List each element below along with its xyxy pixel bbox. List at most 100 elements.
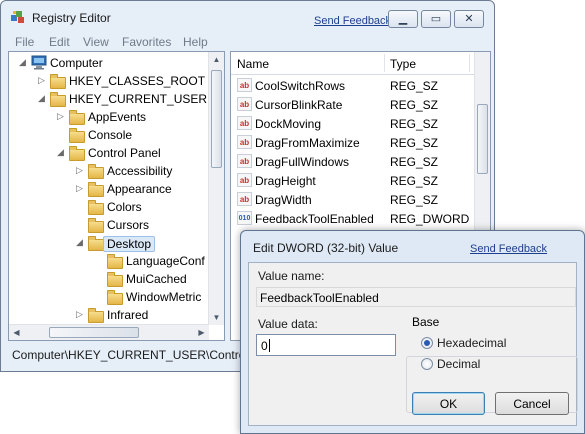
cancel-button[interactable]: Cancel xyxy=(495,392,569,415)
reg-sz-icon: ab xyxy=(237,192,252,206)
tree-hscroll-thumb[interactable] xyxy=(49,327,139,338)
menu-view[interactable]: View xyxy=(83,35,109,49)
dialog-title-bar[interactable]: Edit DWORD (32-bit) Value Send Feedback xyxy=(241,231,584,263)
collapsed-arrow-icon[interactable]: ▷ xyxy=(76,183,86,194)
folder-icon xyxy=(50,73,66,89)
value-name-text: FeedbackToolEnabled xyxy=(260,291,379,305)
menu-edit[interactable]: Edit xyxy=(49,35,70,49)
list-header: Name Type xyxy=(231,52,490,75)
tree-item-label: Control Panel xyxy=(88,146,161,160)
scroll-up-icon[interactable]: ▲ xyxy=(209,52,224,67)
reg-sz-icon: ab xyxy=(237,116,252,130)
value-type: REG_DWORD xyxy=(390,212,470,226)
tree-item-label: LanguageConf xyxy=(126,254,205,268)
reg-sz-icon: ab xyxy=(237,78,252,92)
reg-sz-icon: ab xyxy=(237,97,252,111)
edit-dword-dialog: Edit DWORD (32-bit) Value Send Feedback … xyxy=(240,230,585,434)
value-name-label: Value name: xyxy=(258,269,325,283)
value-data-text: 0 xyxy=(261,339,268,353)
folder-icon xyxy=(88,181,104,197)
tree-item-label: Appearance xyxy=(107,182,172,196)
tree-item-label: WindowMetric xyxy=(126,290,202,304)
base-group-label: Base xyxy=(410,315,442,329)
list-item[interactable]: 010 FeedbackToolEnabled REG_DWORD xyxy=(231,209,471,228)
list-item[interactable]: ab DragFullWindows REG_SZ xyxy=(231,152,471,171)
tree-item-label: Desktop xyxy=(103,236,156,252)
expanded-arrow-icon[interactable]: ◢ xyxy=(76,237,86,248)
value-name: DockMoving xyxy=(255,117,322,131)
column-divider[interactable] xyxy=(384,54,385,72)
value-name: DragFullWindows xyxy=(255,155,350,169)
value-type: REG_SZ xyxy=(390,174,439,188)
maximize-button[interactable]: ▭ xyxy=(421,10,451,28)
tree-item-label: Accessibility xyxy=(107,164,173,178)
ok-button[interactable]: OK xyxy=(412,392,485,415)
scroll-left-icon[interactable]: ◀ xyxy=(9,325,24,340)
status-path: Computer\HKEY_CURRENT_USER\Control P xyxy=(12,348,260,362)
hexadecimal-radio[interactable] xyxy=(421,337,433,349)
send-feedback-link[interactable]: Send Feedback xyxy=(314,15,391,27)
column-header-name[interactable]: Name xyxy=(237,57,269,71)
tree-item-label: Colors xyxy=(107,200,142,214)
folder-icon xyxy=(50,91,66,107)
tree-scroll-thumb[interactable] xyxy=(211,70,222,168)
value-type: REG_SZ xyxy=(390,193,439,207)
text-caret xyxy=(269,339,270,352)
value-data-input[interactable]: 0 xyxy=(256,334,396,356)
minimize-button[interactable]: ▁ xyxy=(388,10,418,28)
decimal-label[interactable]: Decimal xyxy=(437,357,480,371)
list-item[interactable]: ab DragFromMaximize REG_SZ xyxy=(231,133,471,152)
column-divider[interactable] xyxy=(469,54,470,72)
decimal-radio[interactable] xyxy=(421,358,433,370)
registry-editor-icon xyxy=(11,11,24,23)
list-item[interactable]: ab CursorBlinkRate REG_SZ xyxy=(231,95,471,114)
menu-favorites[interactable]: Favorites xyxy=(122,35,171,49)
value-name: DragWidth xyxy=(255,193,312,207)
ok-button-label: OK xyxy=(439,397,458,411)
collapsed-arrow-icon[interactable]: ▷ xyxy=(38,75,48,86)
list-item[interactable]: ab CoolSwitchRows REG_SZ xyxy=(231,76,471,95)
value-type: REG_SZ xyxy=(390,155,439,169)
menu-file[interactable]: File xyxy=(15,35,34,49)
collapsed-arrow-icon[interactable]: ▷ xyxy=(76,165,86,176)
collapsed-arrow-icon[interactable]: ▷ xyxy=(57,111,67,122)
scroll-down-icon[interactable]: ▼ xyxy=(209,310,224,325)
value-name-field: FeedbackToolEnabled xyxy=(256,287,576,307)
list-item[interactable]: ab DragWidth REG_SZ xyxy=(231,190,471,209)
collapsed-arrow-icon[interactable]: ▷ xyxy=(76,309,86,320)
folder-icon xyxy=(88,217,104,233)
folder-icon xyxy=(69,145,85,161)
list-item[interactable]: ab DragHeight REG_SZ xyxy=(231,171,471,190)
menu-help[interactable]: Help xyxy=(183,35,208,49)
expanded-arrow-icon[interactable]: ◢ xyxy=(57,147,67,158)
hexadecimal-label[interactable]: Hexadecimal xyxy=(437,336,506,350)
folder-icon xyxy=(107,271,123,287)
list-scroll-thumb[interactable] xyxy=(477,104,488,174)
close-button[interactable]: ✕ xyxy=(454,10,484,28)
value-name: CursorBlinkRate xyxy=(255,98,343,112)
tree-item-label: HKEY_CURRENT_USER xyxy=(69,92,208,106)
dialog-body: Value name: FeedbackToolEnabled Value da… xyxy=(248,262,578,426)
expanded-arrow-icon[interactable]: ◢ xyxy=(38,93,48,104)
tree-item-label: Console xyxy=(88,128,133,142)
folder-icon xyxy=(107,253,123,269)
folder-icon xyxy=(69,127,85,143)
registry-tree[interactable]: ◢ Computer ▷ HKEY_CLASSES_ROOT ◢ HKEY_CURRENT… xyxy=(8,51,225,341)
value-data-label: Value data: xyxy=(258,317,318,331)
folder-icon xyxy=(88,163,104,179)
list-item[interactable]: ab DockMoving REG_SZ xyxy=(231,114,471,133)
dialog-send-feedback-link[interactable]: Send Feedback xyxy=(470,243,547,255)
tree-vertical-scrollbar[interactable]: ▲ ▼ xyxy=(208,52,224,325)
value-name: DragHeight xyxy=(255,174,316,188)
folder-icon xyxy=(88,235,104,251)
computer-icon xyxy=(31,55,47,70)
tree-item-label: Computer xyxy=(50,56,103,70)
expanded-arrow-icon[interactable]: ◢ xyxy=(19,57,29,68)
scroll-right-icon[interactable]: ▶ xyxy=(194,325,209,340)
value-type: REG_SZ xyxy=(390,117,439,131)
tree-horizontal-scrollbar[interactable]: ◀ ▶ xyxy=(9,324,209,340)
column-header-type[interactable]: Type xyxy=(390,57,416,71)
reg-sz-icon: ab xyxy=(237,154,252,168)
title-bar[interactable]: Registry Editor Send Feedback ▁ ▭ ✕ xyxy=(1,1,494,33)
reg-sz-icon: ab xyxy=(237,173,252,187)
